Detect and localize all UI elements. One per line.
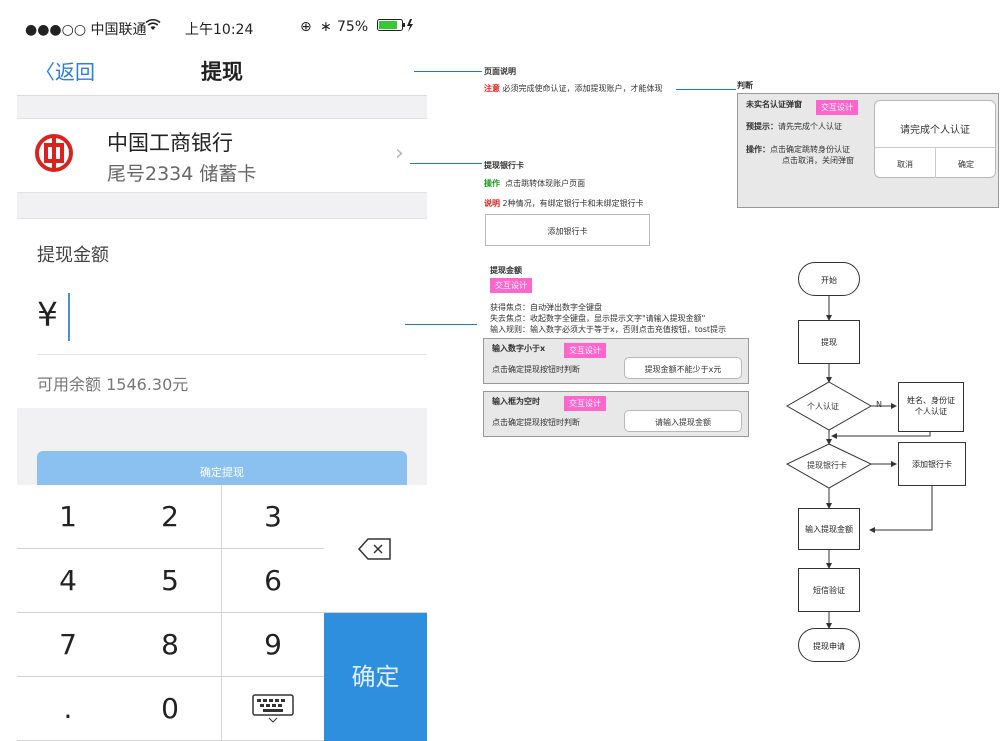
- numeric-keypad: 1 2 3 4 5 6 7 8 9 . 0 确定: [17, 485, 427, 741]
- delete-key[interactable]: [324, 485, 427, 613]
- connector-line: [405, 324, 477, 325]
- key-9[interactable]: 9: [222, 613, 325, 677]
- divider: [37, 354, 427, 355]
- amount-section: 提现金额 ¥ 可用余额 1546.30元: [17, 218, 427, 408]
- page-desc-title: 页面说明: [484, 67, 516, 76]
- amount-spec-title: 提现金额: [490, 266, 522, 275]
- page-title: 提现: [201, 60, 243, 84]
- flow-no-label: N: [876, 400, 882, 409]
- bank-spec-title: 提现银行卡: [484, 161, 524, 170]
- connector-line: [676, 89, 736, 90]
- chevron-right-icon: ›: [395, 141, 404, 166]
- amount-input[interactable]: [68, 293, 70, 341]
- connector-line: [410, 163, 482, 164]
- interaction-tag: 交互设计: [490, 278, 532, 293]
- flow-auth: 个人认证: [807, 402, 839, 411]
- connector-line: [414, 71, 482, 72]
- dialog-ok-button[interactable]: 确定: [936, 159, 996, 170]
- toast-preview: 请输入提现金额: [624, 410, 742, 432]
- key-dot[interactable]: .: [17, 677, 120, 741]
- hide-keyboard-key[interactable]: [222, 677, 325, 741]
- case-text: 点击确定提现按钮时判断: [492, 418, 580, 427]
- bank-name: 中国工商银行: [107, 131, 233, 155]
- dialog-spec-op: 操作：点击确定跳转身份认证: [746, 145, 850, 154]
- key-5[interactable]: 5: [119, 549, 222, 613]
- bank-spec-desc: 说明 2种情况，有绑定银行卡和未绑定银行卡: [484, 199, 644, 208]
- flow-apply: 提现申请: [798, 628, 860, 662]
- flow-add-card: 添加银行卡: [898, 442, 966, 486]
- auth-dialog: 请完成个人认证 取消 确定: [874, 100, 996, 178]
- nav-bar: 〈返回 提现: [17, 44, 427, 96]
- key-4[interactable]: 4: [17, 549, 120, 613]
- interaction-tag: 交互设计: [564, 343, 606, 358]
- judge-title: 判断: [737, 81, 753, 90]
- bluetooth-icon: ∗: [320, 19, 332, 35]
- bank-card-row[interactable]: 中国工商银行 尾号2334 储蓄卡 ›: [17, 118, 427, 193]
- toast-preview: 提现金额不能少于x元: [624, 357, 742, 379]
- case-less-than-x: 输入数字小于x 交互设计 点击确定提现按钮时判断 提现金额不能少于x元: [483, 338, 749, 384]
- keyboard-icon: [252, 694, 294, 723]
- case-title: 输入数字小于x: [492, 344, 546, 353]
- dialog-spec-heading: 未实名认证弹窗: [746, 100, 802, 109]
- dialog-text: 请完成个人认证: [900, 125, 970, 136]
- case-title: 输入框为空时: [492, 397, 540, 406]
- amount-label: 提现金额: [37, 245, 109, 266]
- phone-screen: ●●●○○ 中国联通 上午10:24 ⊕ ∗ 75% 〈返回 提现 中国工商银行…: [17, 0, 427, 741]
- carrier-label: ●●●○○ 中国联通: [25, 22, 147, 38]
- amount-spec-line3: 输入规则：输入数字必须大于等于x，否则点击充值按钮，tost提示: [490, 325, 727, 334]
- flow-verify: 姓名、身份证 个人认证: [898, 382, 964, 432]
- page-desc-note: 注意 必须完成使命认证，添加提现账户，才能体现: [484, 84, 663, 93]
- case-empty-input: 输入框为空时 交互设计 点击确定提现按钮时判断 请输入提现金额: [483, 391, 749, 437]
- status-time: 上午10:24: [185, 22, 254, 38]
- dialog-cancel-button[interactable]: 取消: [875, 159, 935, 170]
- flow-sms: 短信验证: [798, 568, 860, 612]
- key-6[interactable]: 6: [222, 549, 325, 613]
- flow-start: 开始: [798, 262, 860, 296]
- key-3[interactable]: 3: [222, 485, 325, 549]
- key-7[interactable]: 7: [17, 613, 120, 677]
- dialog-spec-op-2: 点击取消，关闭弹窗: [782, 156, 854, 165]
- available-balance: 可用余额 1546.30元: [37, 375, 189, 394]
- battery-percent: 75%: [337, 19, 369, 35]
- auth-dialog-spec: 未实名认证弹窗 交互设计 预提示：请先完成个人认证 操作：点击确定跳转身份认证 …: [737, 93, 999, 208]
- key-1[interactable]: 1: [17, 485, 120, 549]
- status-bar: ●●●○○ 中国联通 上午10:24 ⊕ ∗ 75%: [17, 0, 427, 44]
- interaction-tag: 交互设计: [816, 100, 858, 115]
- interaction-tag: 交互设计: [564, 396, 606, 411]
- flow-input: 输入提现金额: [798, 508, 860, 550]
- bank-spec-op: 操作 点击跳转体现账户页面: [484, 179, 586, 188]
- currency-symbol: ¥: [37, 295, 58, 334]
- key-2[interactable]: 2: [119, 485, 222, 549]
- keypad-confirm-button[interactable]: 确定: [324, 613, 427, 741]
- add-card-button[interactable]: 添加银行卡: [485, 214, 650, 246]
- card-number: 尾号2334 储蓄卡: [107, 163, 257, 185]
- key-0[interactable]: 0: [119, 677, 222, 741]
- key-8[interactable]: 8: [119, 613, 222, 677]
- battery-icon: [377, 19, 417, 36]
- flow-withdraw: 提现: [798, 320, 860, 364]
- backspace-icon: [358, 538, 391, 560]
- wifi-icon: [145, 18, 161, 35]
- amount-spec-line1: 获得焦点：自动弹出数字全键盘: [490, 303, 602, 312]
- lock-rotation-icon: ⊕: [300, 19, 312, 35]
- flow-card: 提现银行卡: [807, 461, 847, 470]
- flowchart: 开始 提现 个人认证 N 姓名、身份证 个人认证 提现银行卡 添加银行卡 输入提现…: [780, 250, 990, 670]
- icbc-logo-icon: [35, 134, 73, 172]
- amount-spec-line2: 失去焦点：收起数字全键盘，显示提示文字"请输入提现金额": [490, 314, 706, 323]
- dialog-spec-prompt: 预提示：请先完成个人认证: [746, 122, 842, 131]
- case-text: 点击确定提现按钮时判断: [492, 365, 580, 374]
